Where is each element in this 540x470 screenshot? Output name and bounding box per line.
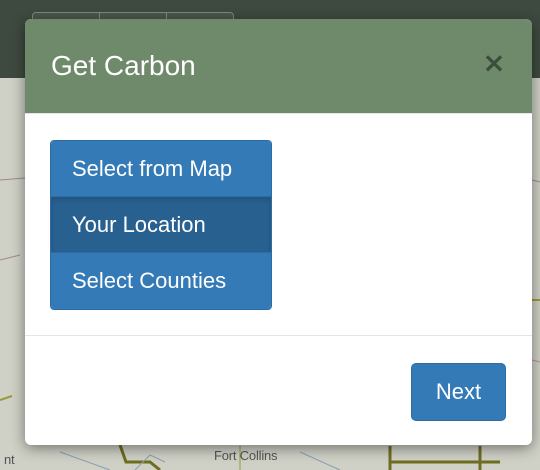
your-location-button[interactable]: Your Location (51, 197, 271, 253)
app-stage: Fort Collins nt Get Carbon × Select from… (0, 0, 540, 470)
get-carbon-modal: Get Carbon × Select from Map Your Locati… (25, 19, 532, 445)
select-counties-button[interactable]: Select Counties (51, 253, 271, 309)
modal-header: Get Carbon × (25, 19, 532, 114)
modal-body: Select from Map Your Location Select Cou… (25, 114, 532, 335)
modal-title: Get Carbon (51, 50, 196, 81)
close-icon[interactable]: × (482, 49, 506, 77)
modal-footer: Next (25, 335, 532, 445)
map-label-partial: nt (4, 452, 15, 467)
next-button[interactable]: Next (411, 363, 506, 421)
location-option-group: Select from Map Your Location Select Cou… (50, 140, 272, 310)
select-from-map-button[interactable]: Select from Map (51, 141, 271, 197)
map-label-fort-collins: Fort Collins (214, 448, 278, 463)
